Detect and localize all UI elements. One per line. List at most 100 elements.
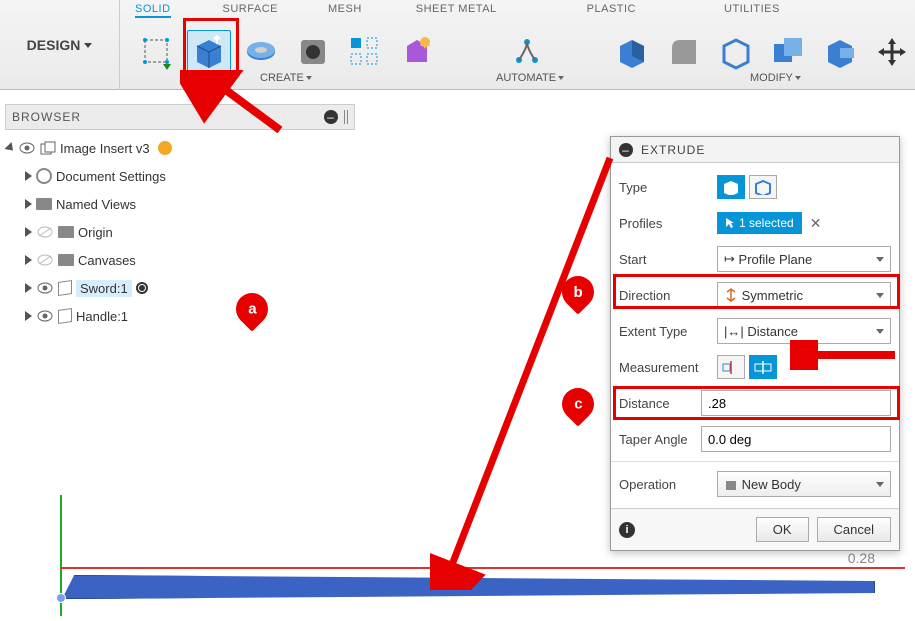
press-pull-button[interactable] [610, 30, 654, 74]
type-thin-icon[interactable] [749, 175, 777, 199]
tree-item-handle[interactable]: Handle:1 [7, 302, 353, 330]
ribbon: DESIGN SOLID SURFACE MESH SHEET METAL PL… [0, 0, 915, 90]
emboss-button[interactable] [395, 30, 439, 74]
taper-input[interactable] [701, 426, 891, 452]
shell-button[interactable] [714, 30, 758, 74]
extrude-title: EXTRUDE [641, 143, 705, 157]
visibility-off-icon[interactable] [36, 225, 54, 239]
expand-icon[interactable] [25, 171, 32, 181]
direction-label: Direction [619, 288, 709, 303]
tree-item-named-views[interactable]: Named Views [7, 190, 353, 218]
revolve-button[interactable] [239, 30, 283, 74]
start-label: Start [619, 252, 709, 267]
callout-b: b [555, 269, 600, 314]
pattern-button[interactable] [343, 30, 387, 74]
cursor-icon [725, 217, 735, 229]
profiles-label: Profiles [619, 216, 709, 231]
modify-group-label[interactable]: MODIFY [750, 72, 801, 84]
automate-button[interactable] [505, 30, 549, 74]
extrude-button[interactable] [187, 30, 231, 74]
folder-icon [58, 226, 74, 238]
tab-mesh[interactable]: MESH [328, 3, 362, 18]
collapse-icon[interactable]: – [324, 110, 338, 124]
extent-dropdown[interactable]: |↔| Distance [717, 318, 891, 344]
expand-icon[interactable] [25, 227, 32, 237]
tree-item-sword[interactable]: Sword:1 [7, 274, 353, 302]
visibility-icon[interactable] [18, 141, 36, 155]
move-button[interactable] [870, 30, 914, 74]
start-dropdown[interactable]: ↦ Profile Plane [717, 246, 891, 272]
row-taper: Taper Angle [619, 421, 891, 457]
row-extent-type: Extent Type |↔| Distance [619, 313, 891, 349]
expand-icon[interactable] [25, 311, 32, 321]
measurement-whole-icon[interactable] [749, 355, 777, 379]
visibility-icon[interactable] [36, 281, 54, 295]
create-sketch-button[interactable] [135, 30, 179, 74]
workspace-switcher[interactable]: DESIGN [0, 0, 120, 90]
direction-dropdown[interactable]: Symmetric [717, 282, 891, 308]
create-group-label[interactable]: CREATE [260, 72, 312, 84]
tab-sheet-metal[interactable]: SHEET METAL [416, 3, 497, 18]
tab-solid[interactable]: SOLID [135, 3, 171, 18]
tree-item-origin[interactable]: Origin [7, 218, 353, 246]
caret-down-icon [558, 76, 564, 80]
direction-value: Symmetric [742, 288, 803, 303]
extrude-footer: i OK Cancel [611, 508, 899, 550]
fillet-button[interactable] [662, 30, 706, 74]
sketch-profile[interactable] [62, 575, 875, 599]
profile-plane-icon: ↦ [724, 251, 735, 267]
browser-panel: BROWSER – Image Insert v3 Document Setti… [5, 104, 355, 334]
callout-c: c [555, 381, 600, 426]
component-icon [58, 308, 72, 324]
expand-icon[interactable] [25, 255, 32, 265]
expand-icon[interactable] [25, 199, 32, 209]
measurement-half-icon[interactable] [717, 355, 745, 379]
folder-icon [58, 254, 74, 266]
visibility-off-icon[interactable] [36, 253, 54, 267]
extent-value: Distance [747, 324, 798, 339]
visibility-icon[interactable] [36, 309, 54, 323]
tree-root[interactable]: Image Insert v3 [7, 134, 353, 162]
row-direction: Direction Symmetric [619, 277, 891, 313]
hole-button[interactable] [291, 30, 335, 74]
panel-grip-icon[interactable] [344, 110, 348, 124]
collapse-icon[interactable]: – [619, 143, 633, 157]
tree-item-canvases[interactable]: Canvases [7, 246, 353, 274]
tab-plastic[interactable]: PLASTIC [587, 3, 636, 18]
caret-down-icon [876, 329, 884, 334]
dimension-label: 0.28 [848, 550, 875, 566]
extrude-header[interactable]: – EXTRUDE [611, 137, 899, 163]
component-icon [58, 280, 72, 296]
profiles-value: 1 selected [739, 216, 794, 230]
operation-dropdown[interactable]: New Body [717, 471, 891, 497]
caret-down-icon [876, 293, 884, 298]
tab-surface[interactable]: SURFACE [223, 3, 278, 18]
tab-utilities[interactable]: UTILITIES [724, 3, 780, 18]
caret-down-icon [876, 257, 884, 262]
sketch-origin-point[interactable] [56, 593, 66, 603]
type-solid-icon[interactable] [717, 175, 745, 199]
distance-input[interactable] [701, 390, 891, 416]
automate-group-label[interactable]: AUTOMATE [496, 72, 564, 84]
folder-icon [36, 198, 52, 210]
caret-down-icon [84, 43, 92, 48]
cancel-button[interactable]: Cancel [817, 517, 891, 542]
info-icon[interactable]: i [619, 522, 635, 538]
tree-label: Canvases [78, 253, 136, 268]
extrude-dialog: – EXTRUDE Type Profiles 1 selected ✕ Sta… [610, 136, 900, 551]
tree-item-document-settings[interactable]: Document Settings [7, 162, 353, 190]
browser-title: BROWSER [12, 110, 81, 124]
operation-value: New Body [742, 477, 801, 492]
ok-button[interactable]: OK [756, 517, 809, 542]
expand-icon[interactable] [4, 142, 16, 154]
combine-button[interactable] [766, 30, 810, 74]
caret-down-icon [876, 482, 884, 487]
extent-type-label: Extent Type [619, 324, 709, 339]
active-component-icon[interactable] [136, 282, 148, 294]
expand-icon[interactable] [25, 283, 32, 293]
profiles-selection-badge[interactable]: 1 selected [717, 212, 802, 234]
clear-selection-button[interactable]: ✕ [806, 215, 826, 232]
component-icon [40, 141, 56, 155]
modify-tool-button[interactable] [818, 30, 862, 74]
start-value: Profile Plane [739, 252, 813, 267]
